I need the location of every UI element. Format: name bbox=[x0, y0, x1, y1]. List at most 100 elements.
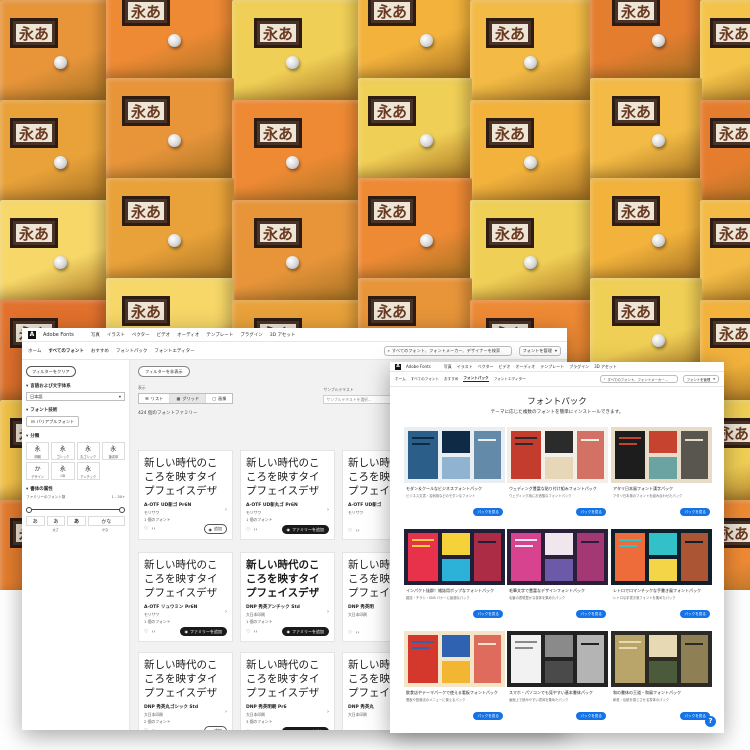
chevron-right-icon[interactable]: › bbox=[225, 709, 227, 715]
code-icon[interactable]: ‹› bbox=[253, 729, 257, 731]
adobe-logo-icon[interactable]: A bbox=[395, 363, 401, 370]
pack-name[interactable]: レトロでロマンチックな手書き風フォントパック bbox=[613, 588, 701, 594]
slider-handle-min[interactable] bbox=[26, 506, 32, 513]
weight-bold[interactable]: あ bbox=[67, 516, 86, 526]
top-link[interactable]: 3D アセット bbox=[594, 364, 617, 370]
pack-thumbnail[interactable] bbox=[404, 427, 505, 483]
pack-name[interactable]: モダン＆クールなビジネスフォントパック bbox=[406, 486, 482, 492]
font-foundry[interactable]: 大日本印刷 bbox=[246, 712, 329, 717]
font-pack-card[interactable]: ウェディング豊富な貼り付け組みフォントパック ウェディング用にお洒落なフォントパッ… bbox=[507, 427, 608, 521]
tab-font-editor[interactable]: フォントエディター bbox=[494, 377, 526, 382]
font-card[interactable]: 新しい時代のこころを映すタイプフェイスデザイン A-OTF UD新丸ゴ Pr6N モ… bbox=[240, 450, 335, 540]
weight-regular[interactable]: あ bbox=[46, 516, 66, 526]
heart-icon[interactable]: ♡ bbox=[144, 526, 148, 532]
add-family-button[interactable]: ◉追加 bbox=[203, 726, 227, 730]
font-family-name[interactable]: DNP 秀英丸ゴシック Std bbox=[144, 704, 227, 710]
code-icon[interactable]: ‹› bbox=[151, 629, 155, 635]
pack-name[interactable]: アタリ日本風フォント漢字パック bbox=[613, 486, 673, 492]
adobe-logo-icon[interactable]: A bbox=[28, 330, 36, 339]
code-icon[interactable]: ‹› bbox=[253, 629, 257, 635]
top-link[interactable]: プラグイン bbox=[240, 332, 263, 338]
chevron-right-icon[interactable]: › bbox=[225, 507, 227, 513]
top-link[interactable]: ビデオ bbox=[498, 364, 510, 370]
top-link[interactable]: テンプレート bbox=[206, 332, 233, 338]
properties-section-title[interactable]: ▾ 書体の属性 bbox=[26, 486, 125, 493]
top-link[interactable]: ベクター bbox=[478, 364, 494, 370]
classification-mincho[interactable]: 永明朝 bbox=[26, 442, 50, 460]
language-section-title[interactable]: ▾ 言語および文字体系 bbox=[26, 383, 125, 390]
heart-icon[interactable]: ♡ bbox=[348, 630, 352, 636]
add-family-button[interactable]: ◉ファミリーを追加 bbox=[281, 627, 329, 636]
view-pack-button[interactable]: パックを見る bbox=[576, 610, 606, 618]
pack-thumbnail[interactable] bbox=[507, 529, 608, 585]
view-pack-button[interactable]: パックを見る bbox=[680, 508, 710, 516]
add-family-button[interactable]: ◉ファミリーを追加 bbox=[281, 525, 329, 534]
kana-option[interactable]: かな bbox=[87, 516, 125, 526]
font-foundry[interactable]: 大日本印刷 bbox=[144, 712, 227, 717]
pack-thumbnail[interactable] bbox=[404, 529, 505, 585]
top-link[interactable]: オーディオ bbox=[177, 332, 199, 338]
add-family-button[interactable]: ◉ファミリーを追加 bbox=[281, 727, 329, 730]
tab-recommended[interactable]: おすすめ bbox=[444, 377, 458, 382]
heart-icon[interactable]: ♡ bbox=[246, 629, 250, 635]
classification-brush[interactable]: 永筆書体 bbox=[101, 442, 125, 460]
tab-all-fonts[interactable]: すべてのフォント bbox=[411, 377, 439, 382]
font-pack-card[interactable]: スマホ・パソコンでも見やすい基本書体パック 画面上で読みやすい書体を集めたパックパ… bbox=[507, 631, 608, 725]
font-foundry[interactable]: モリサワ bbox=[144, 612, 227, 617]
add-family-button[interactable]: ◉ファミリーを追加 bbox=[179, 627, 227, 636]
variable-fonts-button[interactable]: ⊟ バリアブルフォント bbox=[26, 416, 80, 427]
pack-thumbnail[interactable] bbox=[611, 427, 712, 483]
pack-name[interactable]: スマホ・パソコンでも見やすい基本書体パック bbox=[509, 690, 593, 696]
view-pack-button[interactable]: パックを見る bbox=[473, 508, 503, 516]
view-pack-button[interactable]: パックを見る bbox=[576, 508, 606, 516]
classification-maru-gothic[interactable]: 永丸ゴシック bbox=[76, 442, 100, 460]
tab-font-editor[interactable]: フォントエディター bbox=[154, 348, 194, 354]
pack-thumbnail[interactable] bbox=[507, 427, 608, 483]
manage-fonts-dropdown[interactable]: フォントを管理 ▾ bbox=[518, 345, 561, 356]
chevron-right-icon[interactable]: › bbox=[327, 609, 329, 615]
font-card[interactable]: 新しい時代のこころを映すタイプフェイスデザイン DNP 秀英丸ゴシック Std 大日… bbox=[138, 652, 233, 730]
heart-icon[interactable]: ♡ bbox=[144, 629, 148, 635]
tab-recommended[interactable]: おすすめ bbox=[91, 348, 109, 354]
view-pack-button[interactable]: パックを見る bbox=[473, 712, 503, 720]
language-select[interactable]: 日本語 ▾ bbox=[26, 392, 125, 401]
font-family-name[interactable]: A-OTF UD新ゴ Pr6N bbox=[144, 502, 227, 508]
pack-thumbnail[interactable] bbox=[611, 529, 712, 585]
top-link[interactable]: イラスト bbox=[107, 332, 125, 338]
font-card[interactable]: 新しい時代のこころを映すタイプフェイスデザイン DNP 秀英アンチック Std 大日… bbox=[240, 552, 335, 642]
view-pack-button[interactable]: パックを見る bbox=[576, 712, 606, 720]
slider-handle-max[interactable] bbox=[119, 506, 125, 513]
font-pack-card[interactable]: 毛筆文字で豊富なデザインフォントパック 毛筆の表現豊かな書体を集めたパック パックを… bbox=[507, 529, 608, 623]
view-pack-button[interactable]: パックを見る bbox=[680, 610, 710, 618]
heart-icon[interactable]: ♡ bbox=[246, 729, 250, 731]
top-link[interactable]: オーディオ bbox=[515, 364, 535, 370]
font-card[interactable]: 新しい時代のこころを映すタイプフェイスデザイン A-OTF リュウミン Pr6N モ… bbox=[138, 552, 233, 642]
classification-ud[interactable]: 永 UD bbox=[51, 462, 75, 480]
pack-name[interactable]: 和の書体の王道・和風フォントパック bbox=[613, 690, 681, 696]
brand-name[interactable]: Adobe Fonts bbox=[406, 364, 431, 369]
heart-icon[interactable]: ♡ bbox=[348, 528, 352, 534]
tab-home[interactable]: ホーム bbox=[395, 377, 406, 382]
code-icon[interactable]: ‹› bbox=[355, 630, 359, 636]
code-icon[interactable]: ‹› bbox=[151, 728, 155, 730]
tab-font-packs[interactable]: フォントパック bbox=[116, 348, 148, 354]
manage-fonts-dropdown[interactable]: フォントを管理 ▾ bbox=[682, 375, 719, 383]
tab-all-fonts[interactable]: すべてのフォント bbox=[48, 348, 84, 354]
font-family-name[interactable]: DNP 秀英アンチック Std bbox=[246, 604, 329, 610]
heart-icon[interactable]: ♡ bbox=[246, 527, 250, 533]
top-link[interactable]: 3D アセット bbox=[270, 332, 296, 338]
view-list-option[interactable]: ☰ リスト bbox=[139, 394, 171, 403]
font-pack-card[interactable]: アタリ日本風フォント漢字パック アタリ日本風のフォントを組み合わせたパック パックを… bbox=[611, 427, 712, 521]
hide-filters-button[interactable]: フィルターを非表示 bbox=[138, 366, 190, 377]
help-button[interactable]: ? bbox=[705, 716, 716, 727]
weight-light[interactable]: あ bbox=[26, 516, 45, 526]
code-icon[interactable]: ‹› bbox=[253, 527, 257, 533]
font-pack-card[interactable]: インパクト抜群！雑誌用ポップなフォントパック 雑誌・チラシ・SNS バナーに最適な… bbox=[404, 529, 505, 623]
view-pack-button[interactable]: パックを見る bbox=[473, 610, 503, 618]
add-family-button[interactable]: ◉追加 bbox=[203, 524, 227, 534]
top-link[interactable]: プラグイン bbox=[569, 364, 589, 370]
font-pack-card[interactable]: モダン＆クールなビジネスフォントパック ビジネス文書・名刺用などのモダンなフォント… bbox=[404, 427, 505, 521]
chevron-right-icon[interactable]: › bbox=[327, 709, 329, 715]
technology-section-title[interactable]: ▾ フォント技術 bbox=[26, 407, 125, 414]
view-image-option[interactable]: ▢ 画像 bbox=[206, 394, 232, 403]
